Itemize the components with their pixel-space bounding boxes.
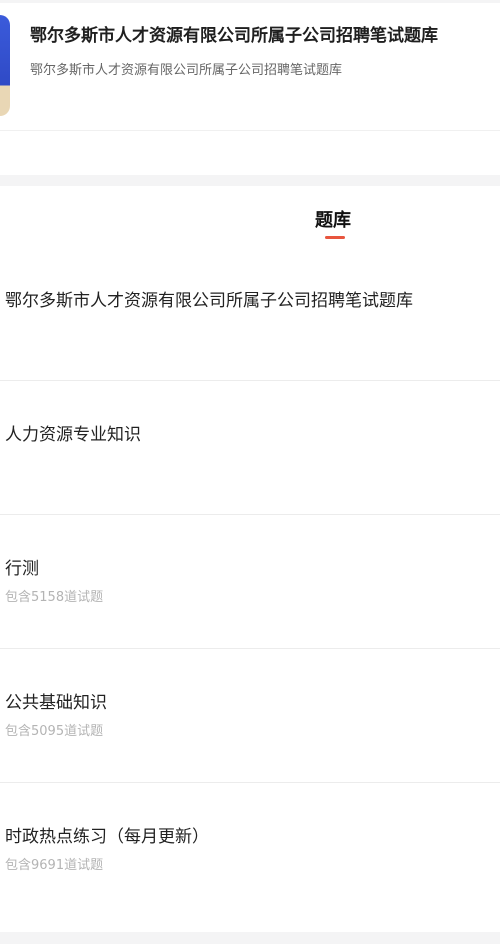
- list-item-title: 时政热点练习（每月更新）: [5, 827, 209, 847]
- question-count: 包含5158道试题: [5, 590, 104, 605]
- list-item[interactable]: 行测 包含5158道试题: [0, 516, 500, 649]
- list-item[interactable]: 公共基础知识 包含5095道试题: [0, 650, 500, 783]
- header-spacer: [0, 130, 500, 175]
- book-cover-icon: [0, 15, 10, 116]
- list-item-title: 行测: [5, 559, 39, 579]
- list-item[interactable]: 时政热点练习（每月更新） 包含9691道试题: [0, 784, 500, 917]
- list-item[interactable]: 人力资源专业知识: [0, 382, 500, 515]
- question-count: 包含5095道试题: [5, 724, 104, 739]
- exam-header: 鄂尔多斯市人才资源有限公司所属子公司招聘笔试题库 鄂尔多斯市人才资源有限公司所属…: [0, 3, 500, 130]
- tab-active-indicator: [325, 236, 345, 239]
- tab-question-bank[interactable]: 题库: [315, 206, 351, 232]
- list-item-title: 鄂尔多斯市人才资源有限公司所属子公司招聘笔试题库: [5, 291, 413, 311]
- list-item[interactable]: 鄂尔多斯市人才资源有限公司所属子公司招聘笔试题库: [0, 248, 500, 381]
- exam-subtitle: 鄂尔多斯市人才资源有限公司所属子公司招聘笔试题库: [30, 63, 343, 78]
- exam-title: 鄂尔多斯市人才资源有限公司所属子公司招聘笔试题库: [30, 26, 438, 46]
- question-bank-panel: 题库 鄂尔多斯市人才资源有限公司所属子公司招聘笔试题库 人力资源专业知识 行测 …: [0, 186, 500, 932]
- question-count: 包含9691道试题: [5, 858, 104, 873]
- list-item-title: 公共基础知识: [5, 693, 107, 713]
- list-item-title: 人力资源专业知识: [5, 425, 141, 445]
